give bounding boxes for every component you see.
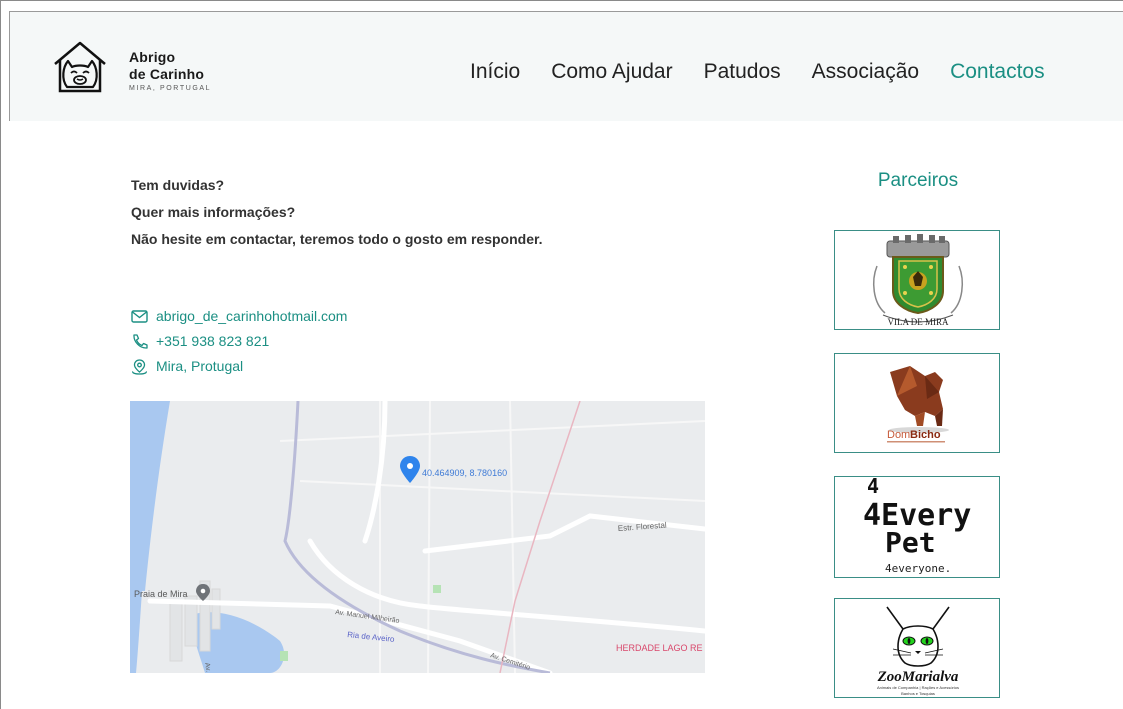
email-link[interactable]: abrigo_de_carinhohotmail.com xyxy=(156,304,347,329)
map-canvas[interactable]: 40.464909, 8.780160 Estr. Florestal Prai… xyxy=(130,401,705,673)
phone-number[interactable]: +351 938 823 821 xyxy=(156,329,269,354)
map-pin-label: 40.464909, 8.780160 xyxy=(422,468,507,478)
nav-link-patudos[interactable]: Patudos xyxy=(704,60,781,84)
dombicho-label-bicho: Bicho xyxy=(910,429,941,441)
contact-intro: Tem duvidas? Quer mais informações? Não … xyxy=(131,172,543,253)
phone-row[interactable]: +351 938 823 821 xyxy=(131,329,347,354)
4everypet-line2: Pet xyxy=(885,526,936,559)
location-pin-icon xyxy=(132,358,147,375)
map-place-praia: Praia de Mira xyxy=(134,589,188,599)
zoomarialva-sub2: Banhos e Tosquias xyxy=(901,691,935,696)
email-row[interactable]: abrigo_de_carinhohotmail.com xyxy=(131,304,347,329)
location-row: Mira, Protugal xyxy=(131,354,347,379)
4everypet-logo-icon: 4 4Every Pet 4everyone. xyxy=(863,477,971,575)
partners-title: Parceiros xyxy=(877,170,959,191)
partner-4everypet[interactable]: 4 4Every Pet 4everyone. xyxy=(834,476,1000,578)
vila-de-mira-label: VILA DE MIRA xyxy=(888,317,949,327)
nav-link-como-ajudar[interactable]: Como Ajudar xyxy=(551,60,672,84)
brand-name-line2: de Carinho xyxy=(129,66,205,82)
partner-dombicho[interactable]: Dom Bicho xyxy=(834,353,1000,453)
zoomarialva-name: ZooMarialva xyxy=(877,669,959,685)
partner-zoomarialva[interactable]: ZooMarialva Animais de Companhia | Raçõe… xyxy=(834,598,1000,698)
question-line-3: Não hesite em contactar, teremos todo o … xyxy=(131,231,543,247)
zoomarialva-cat-icon: ZooMarialva Animais de Companhia | Raçõe… xyxy=(877,606,959,696)
site-header: Abrigo de Carinho MIRA, PORTUGAL Início … xyxy=(9,11,1123,121)
location-map[interactable]: 40.464909, 8.780160 Estr. Florestal Prai… xyxy=(130,401,705,673)
svg-text:4: 4 xyxy=(867,477,879,498)
brand-block[interactable]: Abrigo de Carinho MIRA, PORTUGAL xyxy=(129,50,211,92)
envelope-icon xyxy=(131,310,148,323)
question-line-1: Tem duvidas? xyxy=(131,177,225,193)
contact-details: abrigo_de_carinhohotmail.com +351 938 82… xyxy=(131,304,347,379)
dombicho-label-dom: Dom xyxy=(887,429,910,441)
location-text: Mira, Protugal xyxy=(156,358,244,374)
nav-link-contactos[interactable]: Contactos xyxy=(950,60,1045,84)
phone-icon xyxy=(133,334,148,349)
partner-vila-de-mira[interactable]: VILA DE MIRA xyxy=(834,230,1000,330)
4everypet-footer: 4everyone. xyxy=(885,562,951,575)
main-nav: Início Como Ajudar Patudos Associação Co… xyxy=(470,60,1045,84)
nav-link-associacao[interactable]: Associação xyxy=(812,60,919,84)
house-cat-logo-icon[interactable] xyxy=(50,39,110,95)
map-place-herdade: HERDADE LAGO RE xyxy=(616,643,703,653)
question-line-2: Quer mais informações? xyxy=(131,204,296,220)
dombicho-dog-icon: Dom Bicho xyxy=(887,366,949,443)
vila-de-mira-crest-icon: VILA DE MIRA xyxy=(872,234,964,327)
brand-location: MIRA, PORTUGAL xyxy=(129,85,212,92)
brand-name-line1: Abrigo xyxy=(129,49,176,65)
nav-link-inicio[interactable]: Início xyxy=(470,60,520,84)
zoomarialva-sub1: Animais de Companhia | Rações e Acessóri… xyxy=(877,685,959,690)
